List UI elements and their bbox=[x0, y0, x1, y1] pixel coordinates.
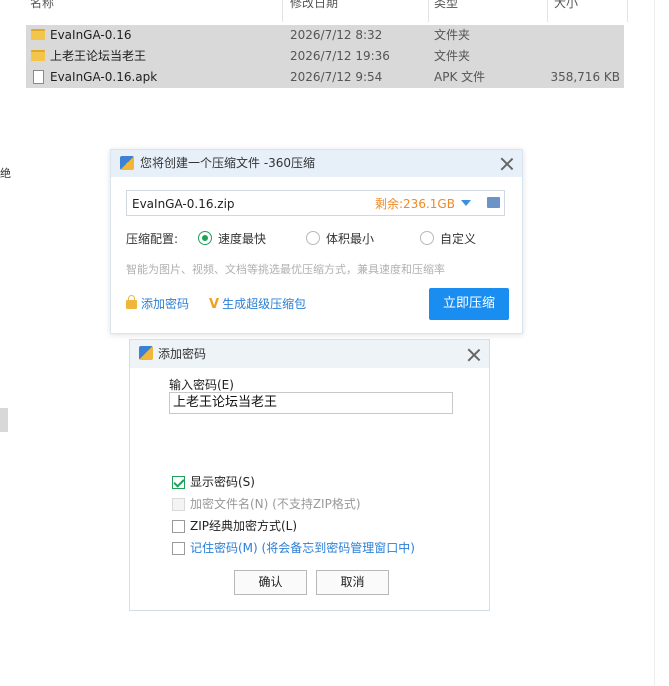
cancel-button[interactable]: 取消 bbox=[316, 570, 389, 595]
file-date: 2026/7/12 8:32 bbox=[290, 28, 383, 42]
column-date[interactable]: 修改日期 bbox=[290, 0, 338, 14]
radio-custom[interactable] bbox=[420, 231, 434, 245]
scrollbar-track[interactable] bbox=[654, 0, 655, 686]
lock-icon bbox=[126, 295, 137, 309]
chevron-down-icon[interactable] bbox=[461, 200, 471, 206]
config-label: 压缩配置: bbox=[126, 232, 179, 246]
show-password-checkbox[interactable] bbox=[172, 476, 185, 489]
show-password-label[interactable]: 显示密码(S) bbox=[190, 474, 255, 490]
file-type: APK 文件 bbox=[434, 70, 486, 84]
zip-classic-checkbox[interactable] bbox=[172, 520, 185, 533]
file-date: 2026/7/12 9:54 bbox=[290, 70, 383, 84]
compress-hint: 智能为图片、视频、文档等挑选最优压缩方式，兼具速度和压缩率 bbox=[126, 263, 445, 276]
file-type: 文件夹 bbox=[434, 28, 471, 42]
folder-icon bbox=[31, 29, 45, 40]
compress-now-button[interactable]: 立即压缩 bbox=[429, 288, 509, 320]
password-dialog-title: 添加密码 bbox=[158, 347, 207, 361]
password-input-label: 输入密码(E) bbox=[169, 378, 234, 392]
super-package-label: 生成超级压缩包 bbox=[222, 297, 307, 311]
file-row[interactable]: 上老王论坛当老王 2026/7/12 19:36 文件夹 bbox=[26, 46, 624, 67]
left-edge-block bbox=[0, 408, 8, 432]
encrypt-filename-label: 加密文件名(N) (不支持ZIP格式) bbox=[190, 497, 361, 511]
encrypt-filename-checkbox bbox=[172, 498, 185, 511]
compress-config-row: 压缩配置: 速度最快 体积最小 自定义 bbox=[126, 230, 506, 248]
column-size[interactable]: 大小 bbox=[554, 0, 578, 14]
column-separator[interactable] bbox=[428, 0, 429, 22]
option-smallest-label[interactable]: 体积最小 bbox=[326, 230, 374, 248]
file-row[interactable]: EvaInGA-0.16.apk 2026/7/12 9:54 APK 文件 3… bbox=[26, 67, 624, 88]
add-password-label: 添加密码 bbox=[141, 297, 190, 311]
folder-browse-icon[interactable] bbox=[487, 197, 500, 208]
option-custom-label[interactable]: 自定义 bbox=[440, 230, 476, 248]
remaining-space: 剩余:236.1GB bbox=[375, 197, 455, 211]
compress-dialog-titlebar[interactable]: 您将创建一个压缩文件 -360压缩 bbox=[111, 150, 522, 177]
password-input[interactable]: 上老王论坛当老王 bbox=[169, 392, 453, 414]
file-name: 上老王论坛当老王 bbox=[50, 49, 147, 63]
remember-password-label[interactable]: 记住密码(M) (将会备忘到密码管理窗口中) bbox=[190, 540, 415, 556]
close-icon[interactable] bbox=[500, 157, 514, 171]
column-name[interactable]: 名称 bbox=[30, 0, 54, 14]
file-icon bbox=[33, 70, 44, 84]
file-name: EvaInGA-0.16.apk bbox=[50, 70, 158, 84]
file-date: 2026/7/12 19:36 bbox=[290, 49, 390, 63]
output-path-field[interactable]: EvaInGA-0.16.zip 剩余:236.1GB bbox=[126, 190, 505, 216]
close-icon[interactable] bbox=[467, 348, 481, 362]
v-badge-icon: V bbox=[209, 297, 220, 312]
file-name: EvaInGA-0.16 bbox=[50, 28, 132, 42]
confirm-button[interactable]: 确认 bbox=[234, 570, 307, 595]
column-separator[interactable] bbox=[627, 0, 628, 22]
file-type: 文件夹 bbox=[434, 49, 471, 63]
compress-dialog-title: 您将创建一个压缩文件 -360压缩 bbox=[140, 156, 316, 170]
file-row[interactable]: EvaInGA-0.16 2026/7/12 8:32 文件夹 bbox=[26, 25, 624, 46]
add-password-link[interactable]: 添加密码 bbox=[126, 295, 190, 312]
column-separator[interactable] bbox=[282, 0, 283, 22]
column-separator[interactable] bbox=[547, 0, 548, 22]
radio-fastest[interactable] bbox=[198, 231, 212, 245]
remember-password-checkbox[interactable] bbox=[172, 542, 185, 555]
compress-dialog: 您将创建一个压缩文件 -360压缩 EvaInGA-0.16.zip 剩余:23… bbox=[110, 149, 523, 334]
output-filename[interactable]: EvaInGA-0.16.zip bbox=[132, 192, 235, 216]
zip-classic-label[interactable]: ZIP经典加密方式(L) bbox=[190, 518, 297, 534]
file-size: 358,716 KB bbox=[550, 70, 620, 84]
option-fastest-label[interactable]: 速度最快 bbox=[218, 230, 266, 248]
password-dialog: 添加密码 输入密码(E) 上老王论坛当老王 显示密码(S) 加密文件名(N) (… bbox=[129, 339, 490, 611]
app-360-icon bbox=[120, 156, 134, 170]
folder-icon bbox=[31, 50, 45, 61]
super-package-link[interactable]: V 生成超级压缩包 bbox=[209, 296, 306, 312]
app-360-icon bbox=[139, 346, 153, 360]
radio-smallest[interactable] bbox=[306, 231, 320, 245]
edge-text: 绝 bbox=[0, 167, 11, 180]
column-type[interactable]: 类型 bbox=[434, 0, 458, 14]
password-dialog-titlebar[interactable]: 添加密码 bbox=[130, 340, 489, 368]
